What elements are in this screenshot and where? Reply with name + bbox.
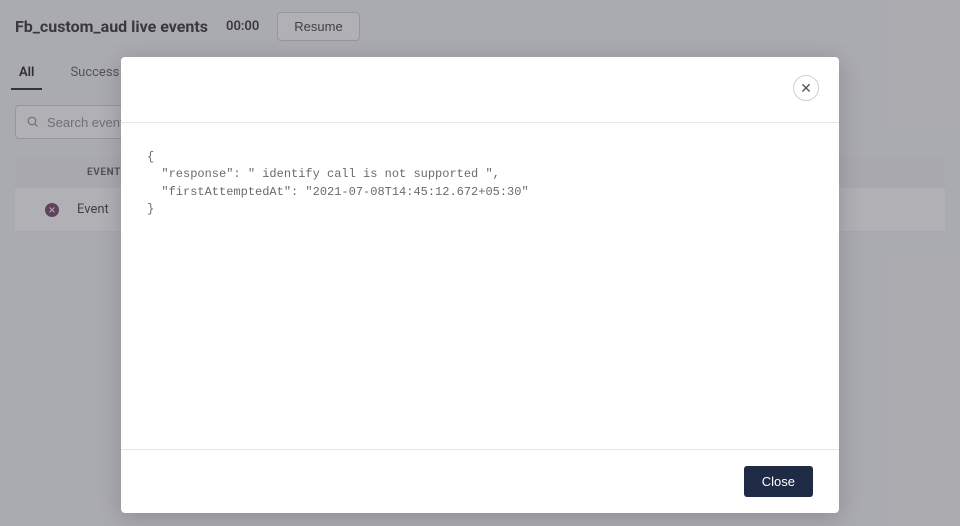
- modal-header: [121, 57, 839, 123]
- close-icon: ✕: [800, 81, 812, 95]
- close-button[interactable]: Close: [744, 466, 813, 497]
- modal-body: { "response": " identify call is not sup…: [121, 123, 839, 449]
- response-modal: ✕ { "response": " identify call is not s…: [121, 57, 839, 513]
- modal-close-button[interactable]: ✕: [793, 75, 819, 101]
- modal-footer: Close: [121, 449, 839, 513]
- modal-overlay: ✕ { "response": " identify call is not s…: [0, 0, 960, 526]
